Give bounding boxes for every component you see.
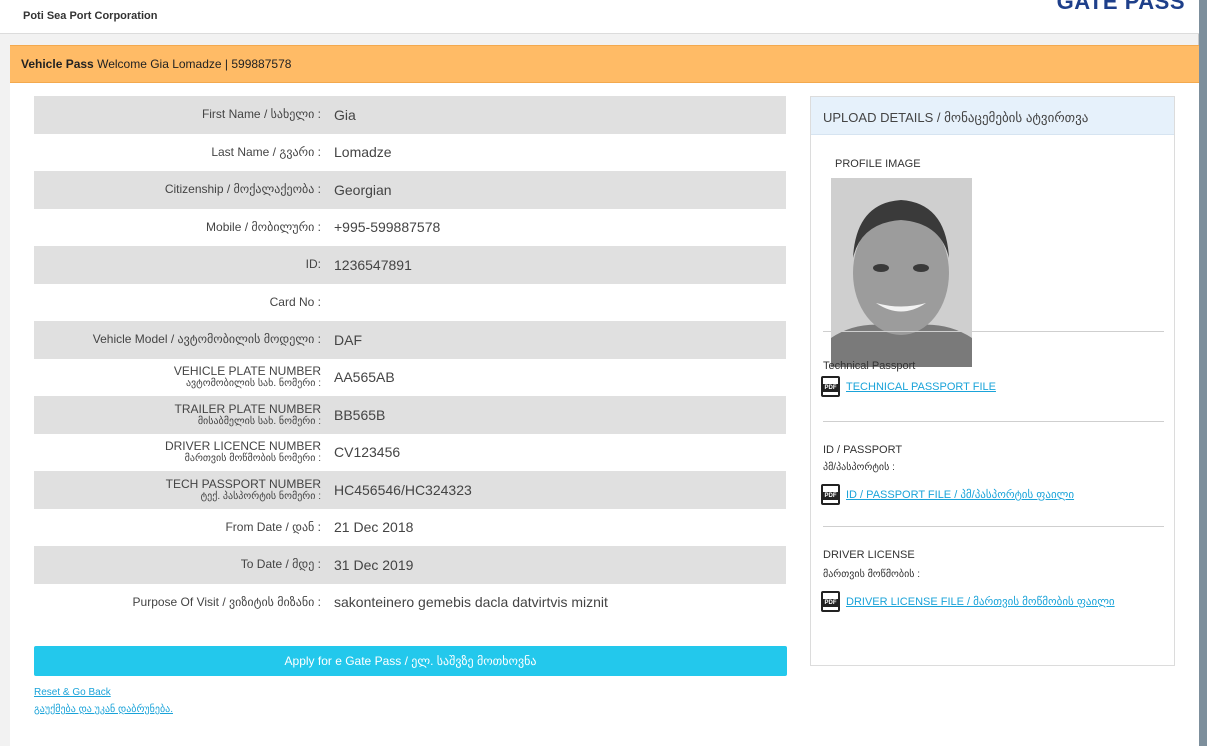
upload-details-panel: UPLOAD DETAILS / მონაცემების ატვირთვა PR…: [810, 96, 1175, 666]
detail-label-sub: ავტომობილის სახ. ნომერი :: [185, 378, 321, 390]
detail-value: AA565AB: [334, 369, 395, 386]
banner-welcome: Welcome Gia Lomadze | 599887578: [97, 57, 292, 71]
detail-label: Citizenship / მოქალაქეობა :: [34, 183, 334, 196]
detail-row: Last Name / გვარი : Lomadze: [34, 134, 786, 172]
driver-license-file-row: DRIVER LICENSE FILE / მართვის მოწმობის ფ…: [821, 591, 1115, 612]
reset-links: Reset & Go Back გაუქმება და უკან დაბრუნე…: [34, 684, 173, 718]
detail-label-text: Vehicle Model / ავტომობილის მოდელი :: [92, 332, 321, 347]
detail-label-sub: ტექ. პასპორტის ნომერი :: [200, 490, 321, 502]
detail-label-text: Mobile / მობილური :: [206, 219, 321, 234]
detail-label: Mobile / მობილური :: [34, 219, 334, 234]
detail-value: BB565B: [334, 406, 386, 423]
detail-label: ID:: [34, 258, 334, 271]
detail-value: 1236547891: [334, 256, 412, 273]
banner-title: Vehicle Pass: [21, 57, 94, 71]
detail-label: To Date / მდე :: [34, 558, 334, 571]
id-passport-file-row: ID / PASSPORT FILE / პმ/პასპორტის ფაილი: [821, 484, 1074, 505]
detail-row: VEHICLE PLATE NUMBER ავტომობილის სახ. ნომ…: [34, 359, 786, 397]
page-scrollbar[interactable]: [1199, 0, 1207, 746]
technical-passport-file-link[interactable]: TECHNICAL PASSPORT FILE: [846, 381, 996, 393]
top-bar: Poti Sea Port Corporation GATE PASS: [0, 0, 1199, 34]
detail-label-text: VEHICLE PLATE NUMBER: [173, 364, 321, 379]
detail-row: ID: 1236547891: [34, 246, 786, 284]
detail-label-text: Card No :: [269, 294, 321, 309]
pdf-icon: [821, 376, 840, 397]
page-frame: Poti Sea Port Corporation GATE PASS Vehi…: [0, 0, 1199, 746]
detail-value: 21 Dec 2018: [334, 519, 414, 536]
detail-label-text: TECH PASSPORT NUMBER: [165, 476, 321, 491]
detail-value: DAF: [334, 331, 362, 348]
detail-value: HC456546/HC324323: [334, 481, 472, 498]
detail-row: DRIVER LICENCE NUMBER მართვის მოწმობის ნო…: [34, 434, 786, 472]
details-table: First Name / სახელი : Gia Last Name / გვარ…: [34, 96, 786, 621]
id-passport-label: ID / PASSPORT: [823, 444, 903, 456]
detail-row: TECH PASSPORT NUMBER ტექ. პასპორტის ნომერ…: [34, 471, 786, 509]
detail-row: To Date / მდე : 31 Dec 2019: [34, 546, 786, 584]
detail-row: Vehicle Model / ავტომობილის მოდელი : DAF: [34, 321, 786, 359]
detail-label-text: TRAILER PLATE NUMBER: [174, 401, 321, 416]
detail-value: sakonteinero gemebis dacla datvirtvis mi…: [334, 594, 608, 611]
detail-row: Card No :: [34, 284, 786, 322]
detail-label-text: Citizenship / მოქალაქეობა :: [164, 182, 321, 197]
detail-row: From Date / დან : 21 Dec 2018: [34, 509, 786, 547]
detail-label: First Name / სახელი :: [34, 108, 334, 121]
brand-logo: GATE PASS: [1056, 0, 1185, 14]
corporation-name: Poti Sea Port Corporation: [23, 10, 158, 22]
detail-label: Purpose Of Visit / ვიზიტის მიზანი :: [34, 594, 334, 609]
detail-label-text: DRIVER LICENCE NUMBER: [164, 439, 321, 454]
divider: [823, 331, 1164, 332]
detail-row: Citizenship / მოქალაქეობა : Georgian: [34, 171, 786, 209]
detail-label: DRIVER LICENCE NUMBER მართვის მოწმობის ნო…: [34, 439, 334, 465]
detail-row: Purpose Of Visit / ვიზიტის მიზანი : sakon…: [34, 584, 786, 622]
detail-value: Lomadze: [334, 144, 392, 161]
driver-license-label: DRIVER LICENSE: [823, 549, 915, 561]
detail-value: +995-599887578: [334, 219, 441, 236]
welcome-banner: Vehicle Pass Welcome Gia Lomadze | 59988…: [10, 45, 1199, 83]
technical-passport-file-row: TECHNICAL PASSPORT FILE: [821, 376, 996, 397]
detail-label-text: From Date / დან :: [225, 519, 321, 534]
detail-label-sub: მისაბმელის სახ. ნომერი :: [197, 415, 321, 427]
detail-value: Gia: [334, 106, 356, 123]
divider: [823, 421, 1164, 422]
pdf-icon: [821, 591, 840, 612]
detail-label: Last Name / გვარი :: [34, 144, 334, 159]
detail-row: Mobile / მობილური : +995-599887578: [34, 209, 786, 247]
detail-label: TECH PASSPORT NUMBER ტექ. პასპორტის ნომერ…: [34, 476, 334, 502]
id-passport-sublabel: პმ/პასპორტის :: [823, 462, 895, 473]
detail-row: TRAILER PLATE NUMBER მისაბმელის სახ. ნომე…: [34, 396, 786, 434]
upload-panel-title: UPLOAD DETAILS / მონაცემების ატვირთვა: [811, 97, 1174, 135]
detail-label-text: Purpose Of Visit / ვიზიტის მიზანი :: [132, 594, 321, 609]
detail-label-text: To Date / მდე :: [240, 557, 321, 572]
reset-link-en[interactable]: Reset & Go Back: [34, 684, 173, 701]
detail-label-text: ID:: [305, 257, 321, 272]
detail-label-text: First Name / სახელი :: [201, 107, 321, 122]
main-panel: First Name / სახელი : Gia Last Name / გვარ…: [10, 83, 1199, 746]
driver-license-sublabel: მართვის მოწმობის :: [823, 569, 921, 580]
detail-label-sub: მართვის მოწმობის ნომერი :: [184, 453, 321, 465]
detail-label: Vehicle Model / ავტომობილის მოდელი :: [34, 333, 334, 346]
driver-license-file-link[interactable]: DRIVER LICENSE FILE / მართვის მოწმობის ფ…: [846, 595, 1115, 608]
detail-value: Georgian: [334, 181, 392, 198]
detail-label-text: Last Name / გვარი :: [211, 144, 321, 159]
detail-label: VEHICLE PLATE NUMBER ავტომობილის სახ. ნომ…: [34, 364, 334, 390]
pdf-icon: [821, 484, 840, 505]
detail-value: CV123456: [334, 444, 401, 461]
profile-photo: [831, 178, 972, 367]
apply-gate-pass-button[interactable]: Apply for e Gate Pass / ელ. საშვზე მოთხო…: [34, 646, 787, 676]
reset-link-ka[interactable]: გაუქმება და უკან დაბრუნება.: [34, 701, 173, 718]
profile-image-label: PROFILE IMAGE: [835, 158, 921, 170]
technical-passport-label: Technical Passport: [823, 360, 916, 372]
id-passport-file-link[interactable]: ID / PASSPORT FILE / პმ/პასპორტის ფაილი: [846, 488, 1074, 501]
detail-value: 31 Dec 2019: [334, 556, 414, 573]
detail-label: From Date / დან :: [34, 519, 334, 534]
detail-row: First Name / სახელი : Gia: [34, 96, 786, 134]
detail-label: Card No :: [34, 294, 334, 309]
detail-label: TRAILER PLATE NUMBER მისაბმელის სახ. ნომე…: [34, 401, 334, 427]
divider: [823, 526, 1164, 527]
